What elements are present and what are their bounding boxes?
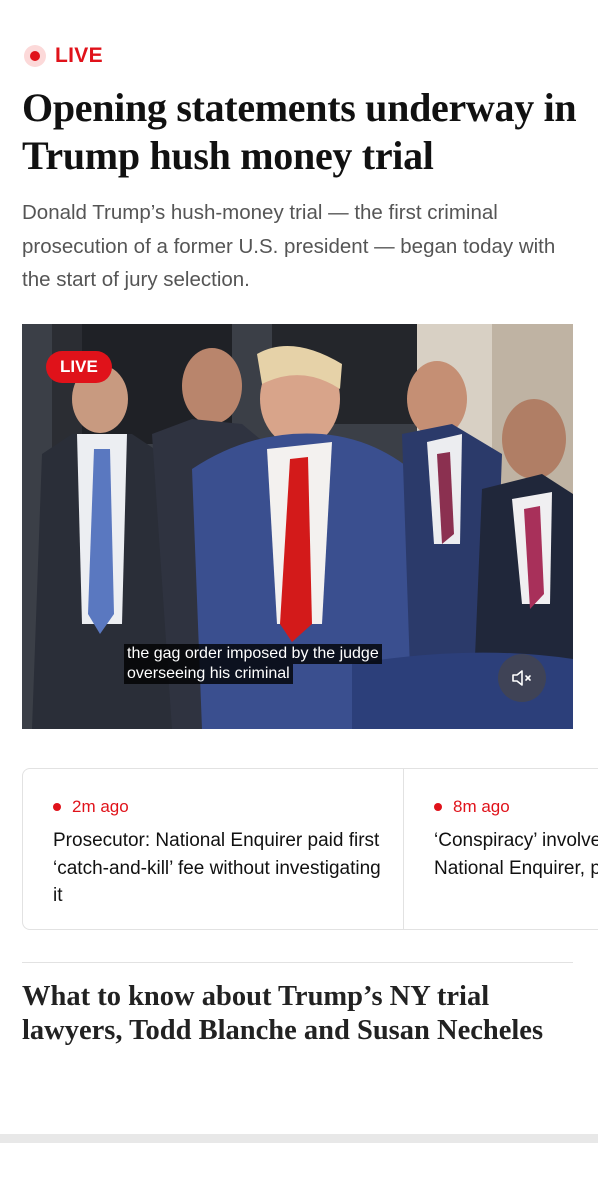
mute-toggle-button[interactable] [498,654,546,702]
page-headline[interactable]: Opening statements underway in Trump hus… [22,84,587,180]
caption-line: overseeing his criminal [124,664,293,684]
update-title[interactable]: Prosecutor: National Enquirer paid first… [53,827,383,910]
update-time: 2m ago [72,797,129,816]
update-title[interactable]: ‘Conspiracy’ involved Trump and National… [434,827,598,882]
live-indicator: LIVE [24,44,103,68]
update-timestamp: 2m ago [53,797,129,817]
speaker-muted-icon [512,670,531,686]
live-dot-icon [24,45,46,67]
video-captions: the gag order imposed by the judge overs… [124,644,382,684]
section-separator [0,1134,598,1143]
story-headline[interactable]: What to know about Trump’s NY trial lawy… [22,980,562,1048]
section-divider [22,962,573,963]
live-dot-icon [53,803,61,811]
video-live-badge: LIVE [46,351,112,383]
live-dot-icon [434,803,442,811]
live-update-card[interactable]: 2m ago Prosecutor: National Enquirer pai… [23,769,403,929]
live-video-player[interactable]: LIVE the gag order imposed by the judge … [22,324,573,729]
caption-line: the gag order imposed by the judge [124,644,382,664]
update-time: 8m ago [453,797,510,816]
live-update-card[interactable]: 8m ago ‘Conspiracy’ involved Trump and N… [403,769,598,929]
live-updates-carousel[interactable]: 2m ago Prosecutor: National Enquirer pai… [22,768,598,930]
update-timestamp: 8m ago [434,797,510,817]
headline-dek: Donald Trump’s hush-money trial — the fi… [22,201,556,291]
live-label: LIVE [55,44,103,67]
